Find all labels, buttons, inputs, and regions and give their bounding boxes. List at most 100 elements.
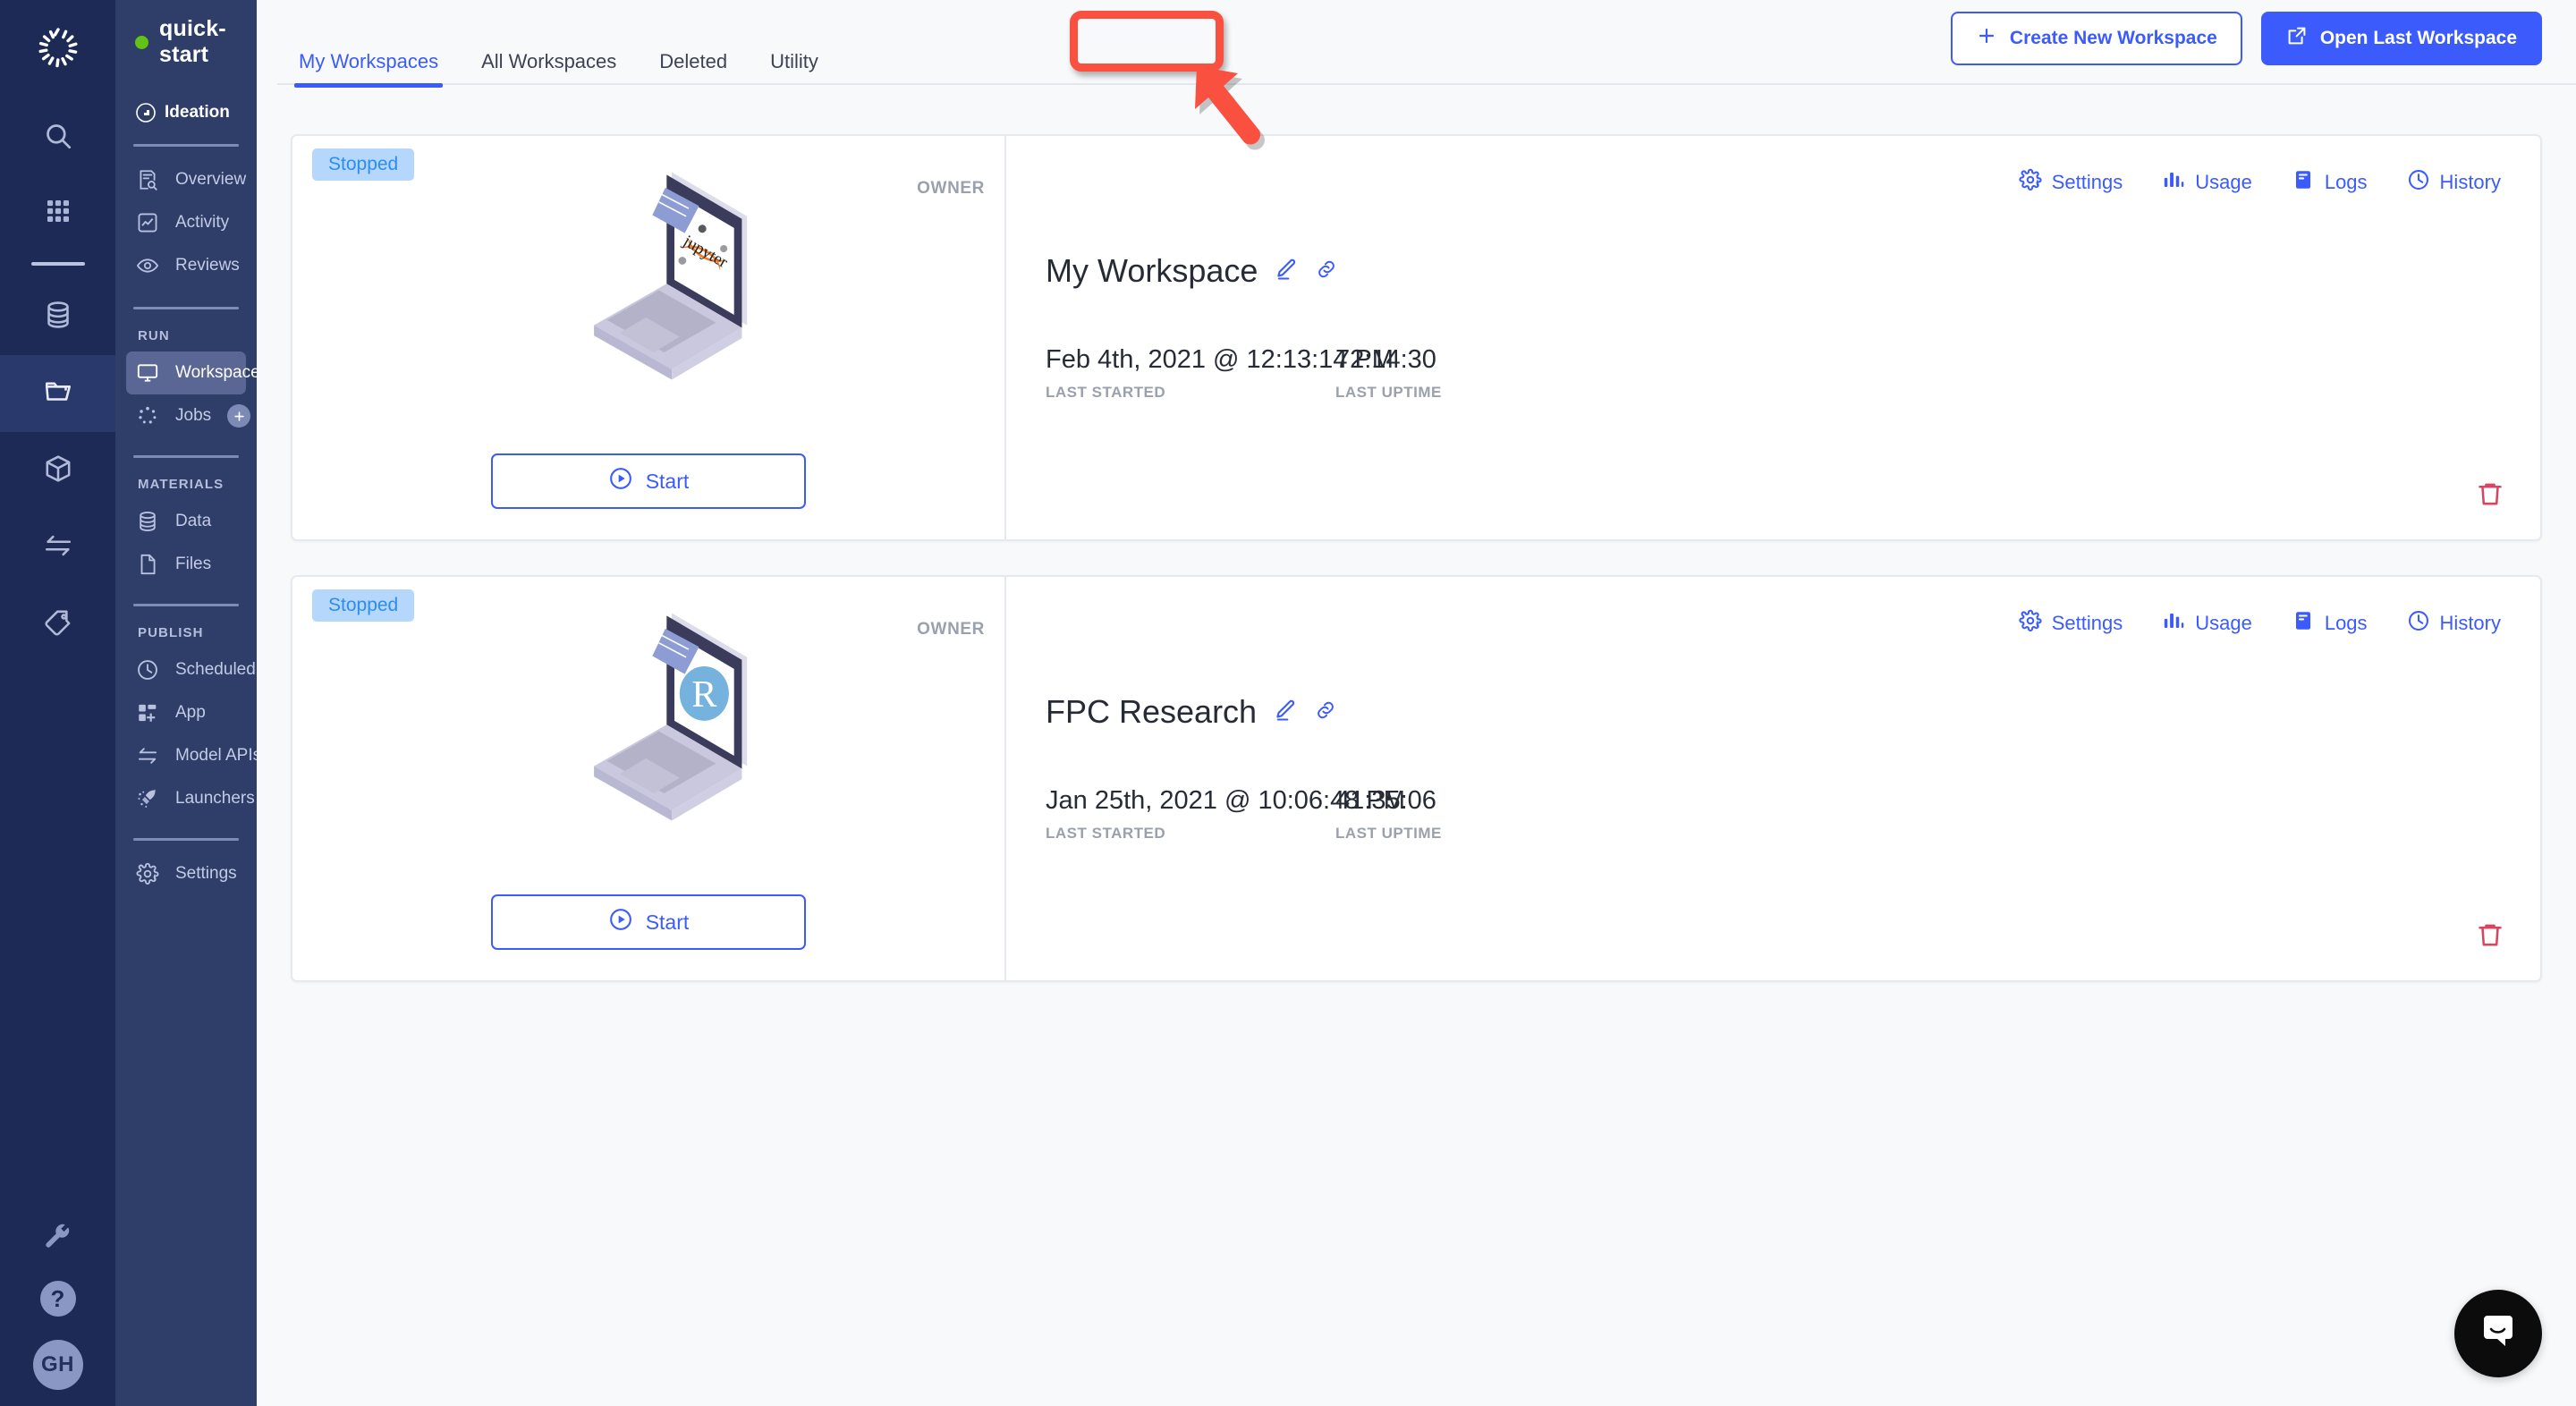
eye-icon [136,254,159,277]
pencil-icon[interactable] [1273,698,1298,727]
workspace-card: Stopped OWNER jupyter Start Settings Usa… [291,134,2542,541]
last-started-block: Jan 25th, 2021 @ 10:06:48 PM LAST STARTE… [1046,786,1405,843]
overview-icon [136,168,159,191]
rail-item-models[interactable] [0,432,115,509]
gear-icon [136,862,159,885]
action-label: History [2439,171,2501,193]
clock-icon [2407,609,2430,638]
gear-icon [2019,609,2042,638]
action-label: Usage [2195,612,2252,634]
project-title-row[interactable]: quick-start [135,16,257,68]
settings-action[interactable]: Settings [2019,609,2123,638]
wrench-icon[interactable] [43,1223,73,1258]
icon-rail: ? GH [0,0,115,1406]
monitor-icon [136,361,159,385]
link-icon[interactable] [1314,699,1337,726]
tab-utility[interactable]: Utility [749,50,840,88]
help-icon[interactable]: ? [39,1281,76,1317]
start-button-label: Start [645,469,690,493]
sidebar-item-settings[interactable]: Settings [126,852,246,895]
pencil-icon[interactable] [1274,257,1299,286]
avatar[interactable]: GH [32,1340,83,1390]
usage-action[interactable]: Usage [2162,609,2252,638]
grid-apps-icon [44,197,72,230]
database-icon [136,510,159,533]
history-action[interactable]: History [2407,609,2501,638]
sidebar-item-label: Overview [175,170,247,189]
delete-workspace-button[interactable] [2476,920,2504,953]
action-label: History [2439,612,2501,634]
jobs-dots-icon [136,404,159,428]
last-uptime-block: 41:35:06 LAST UPTIME [1335,786,1442,843]
action-label: Settings [2051,171,2123,193]
sidebar-item-label: Data [175,512,212,530]
start-button[interactable]: Start [491,453,806,509]
rail-item-search[interactable] [0,97,115,174]
workspace-card-preview: Stopped OWNER R Start [292,577,1006,980]
sidebar-item-label: Files [175,555,212,573]
jupyter-laptop-illustration: jupyter [519,159,778,423]
sidebar-divider-top [133,144,239,147]
create-new-workspace-button[interactable]: Create New Workspace [1950,12,2242,65]
search-icon [43,121,73,151]
sidebar-divider-materials [133,455,239,458]
app-blocks-icon [136,701,159,724]
tab-deleted[interactable]: Deleted [638,50,749,88]
top-actions: Create New Workspace Open Last Workspace [1950,12,2542,65]
last-started-value: Jan 25th, 2021 @ 10:06:48 PM [1046,786,1405,815]
rail-item-data[interactable] [0,278,115,355]
sidebar-item-overview[interactable]: Overview [126,158,246,201]
workspace-title: My Workspace [1046,252,1258,289]
file-icon [136,553,159,576]
sidebar-item-label: Workspaces [175,363,269,382]
sidebar-item-data[interactable]: Data [126,500,246,543]
rail-divider [30,262,85,266]
tab-label: All Workspaces [481,50,617,72]
sidebar-item-scheduled-jobs[interactable]: Scheduled Jobs [126,648,296,691]
rail-item-tags[interactable] [0,586,115,663]
sidebar-item-workspaces[interactable]: Workspaces [126,352,309,394]
workspace-title-row: My Workspace [1046,252,2501,290]
delete-workspace-button[interactable] [2476,479,2504,512]
status-badge: Stopped [312,589,415,622]
owner-label: OWNER [917,179,985,198]
intercom-launcher[interactable] [2454,1290,2542,1377]
logs-action[interactable]: Logs [2292,609,2368,638]
aperture-logo-icon[interactable] [33,23,83,78]
workspace-card-details: Settings Usage [1006,577,2540,980]
sidebar-item-label: Reviews [175,256,240,275]
rail-item-projects[interactable] [0,355,115,432]
sidebar-item-activity[interactable]: Activity [126,201,246,244]
sidebar-item-files[interactable]: Files [126,543,246,586]
plus-icon[interactable] [227,404,251,428]
usage-action[interactable]: Usage [2162,168,2252,197]
history-action[interactable]: History [2407,168,2501,197]
clock-icon [2407,168,2430,197]
sidebar-item-jobs[interactable]: Jobs [126,394,251,437]
sidebar-item-app[interactable]: App [126,691,246,734]
settings-action[interactable]: Settings [2019,168,2123,197]
sidebar-item-launchers[interactable]: Launchers [126,777,255,820]
start-button[interactable]: Start [491,894,806,950]
workspace-meta: Jan 25th, 2021 @ 10:06:48 PM LAST STARTE… [1046,786,2501,843]
tab-all-workspaces[interactable]: All Workspaces [460,50,638,88]
sidebar-item-label: Jobs [175,406,212,425]
activity-icon [136,211,159,234]
rail-item-apps[interactable] [0,174,115,251]
sidebar-item-reviews[interactable]: Reviews [126,244,246,287]
status-badge: Stopped [312,148,415,181]
open-last-workspace-button[interactable]: Open Last Workspace [2260,12,2542,65]
external-link-icon [2286,25,2308,52]
tab-my-workspaces[interactable]: My Workspaces [277,50,460,88]
space-row[interactable]: Ideation [135,102,257,123]
database-icon [43,300,73,335]
workspace-card-details: Settings Usage [1006,136,2540,539]
workspace-card: Stopped OWNER R Start Settings Usage Log… [291,575,2542,982]
sidebar: quick-start Ideation Overview Activity R… [115,0,309,1406]
logs-action[interactable]: Logs [2292,168,2368,197]
workspace-meta: Feb 4th, 2021 @ 12:13:14 PM LAST STARTED… [1046,345,2501,402]
rail-item-transfer[interactable] [0,509,115,586]
link-icon[interactable] [1315,258,1338,285]
sidebar-item-model-apis[interactable]: Model APIs [126,734,261,777]
sidebar-header: quick-start Ideation [115,0,257,123]
